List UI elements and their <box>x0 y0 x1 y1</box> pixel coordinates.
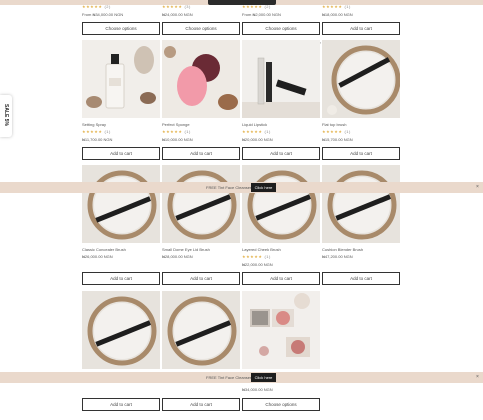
choose-options-button[interactable]: Choose options <box>82 22 160 35</box>
product-image-blush-palette[interactable] <box>242 291 320 369</box>
product-price: ₦11,700.00 NGN <box>82 137 113 142</box>
product-image-sponge[interactable] <box>162 40 240 118</box>
product-image-brush[interactable] <box>82 165 160 243</box>
rating-stars: ★★★★★ (1) <box>82 129 111 134</box>
rating-stars: ★★★★★ (1) <box>162 129 191 134</box>
rating-stars: ★★★★★ (1) <box>322 129 351 134</box>
rating-stars: ★★★★★ (1) <box>242 254 271 259</box>
product-price: ₦28,000.00 NGN <box>162 254 193 259</box>
add-to-cart-button[interactable]: Add to cart <box>82 147 160 160</box>
product-price: From ₦34,000.00 NGN <box>82 12 124 17</box>
add-to-cart-button[interactable]: Add to cart <box>322 147 400 160</box>
product-name[interactable]: Perfect Sponge <box>162 122 190 127</box>
product-name[interactable]: Classic Concealer Brush <box>82 247 126 252</box>
product-price: ₦47,200.00 NGN <box>322 254 353 259</box>
promo-click-button[interactable]: Click here <box>251 373 276 382</box>
add-to-cart-button[interactable]: Add to cart <box>82 272 160 285</box>
promo-banner: FREE Tint Face Cleanser Click here × <box>0 182 483 193</box>
product-price: ₦22,000.00 NGN <box>242 262 273 267</box>
product-name[interactable]: Layered Cheek Brush <box>242 247 281 252</box>
product-image-setting-spray[interactable] <box>82 40 160 118</box>
product-image-liquid-lipstick[interactable] <box>242 40 320 118</box>
product-image-brush[interactable] <box>162 165 240 243</box>
product-grid: ★★★★★ (2) From ₦34,000.00 NGN Choose opti… <box>82 0 402 420</box>
rating-stars: ★★★★★ (2) <box>242 4 271 9</box>
rating-stars: ★★★★★ (1) <box>242 129 271 134</box>
promo-text: FREE Tint Face Cleanser <box>206 185 252 190</box>
promo-banner: FREE Tint Face Cleanser Click here × <box>0 372 483 383</box>
rating-stars: ★★★★★ (3) <box>162 4 191 9</box>
product-price: ₦24,000.00 NGN <box>162 12 193 17</box>
product-price: ₦20,000.00 NGN <box>242 137 273 142</box>
product-price: ₦15,700.00 NGN <box>322 137 353 142</box>
rating-stars: ★★★★★ (1) <box>322 4 351 9</box>
side-tab-label: SALE 5% <box>3 104 9 126</box>
add-to-cart-button[interactable]: Add to cart <box>322 22 400 35</box>
product-name[interactable]: Cushion Blender Brush <box>322 247 363 252</box>
choose-options-button[interactable]: Choose options <box>162 22 240 35</box>
close-icon[interactable]: × <box>476 374 479 380</box>
product-image-brush[interactable] <box>82 291 160 369</box>
side-discount-tab[interactable]: SALE 5% <box>0 95 12 137</box>
product-name[interactable]: Setting Spray <box>82 122 106 127</box>
add-to-cart-button[interactable]: Add to cart <box>82 398 160 411</box>
product-image-brush[interactable] <box>242 165 320 243</box>
product-price: ₦18,000.00 NGN <box>322 12 353 17</box>
product-price: ₦34,000.00 NGN <box>242 387 273 392</box>
add-to-cart-button[interactable]: Add to cart <box>242 272 320 285</box>
product-price: ₦26,000.00 NGN <box>82 254 113 259</box>
add-to-cart-button[interactable]: Add to cart <box>162 272 240 285</box>
promo-click-button[interactable]: Click here <box>251 183 276 192</box>
product-image-brush[interactable] <box>322 165 400 243</box>
product-price: From ₦2,000.00 NGN <box>242 12 281 17</box>
add-to-cart-button[interactable]: Add to cart <box>322 272 400 285</box>
product-name[interactable]: Liquid Lipstick <box>242 122 267 127</box>
add-to-cart-button[interactable]: Add to cart <box>242 147 320 160</box>
product-image-flat-top-brush[interactable] <box>322 40 400 118</box>
close-icon[interactable]: × <box>476 184 479 190</box>
rating-stars: ★★★★★ (2) <box>82 4 111 9</box>
product-name[interactable]: Small Dome Eye Lid Brush <box>162 247 210 252</box>
add-to-cart-button[interactable]: Add to cart <box>162 147 240 160</box>
promo-text: FREE Tint Face Cleanser <box>206 375 252 380</box>
choose-options-button[interactable]: Choose options <box>242 22 320 35</box>
product-image-brush[interactable] <box>162 291 240 369</box>
choose-options-button[interactable]: Choose options <box>242 398 320 411</box>
add-to-cart-button[interactable]: Add to cart <box>162 398 240 411</box>
product-name[interactable]: Flat top brush <box>322 122 346 127</box>
product-price: ₦10,000.00 NGN <box>162 137 193 142</box>
